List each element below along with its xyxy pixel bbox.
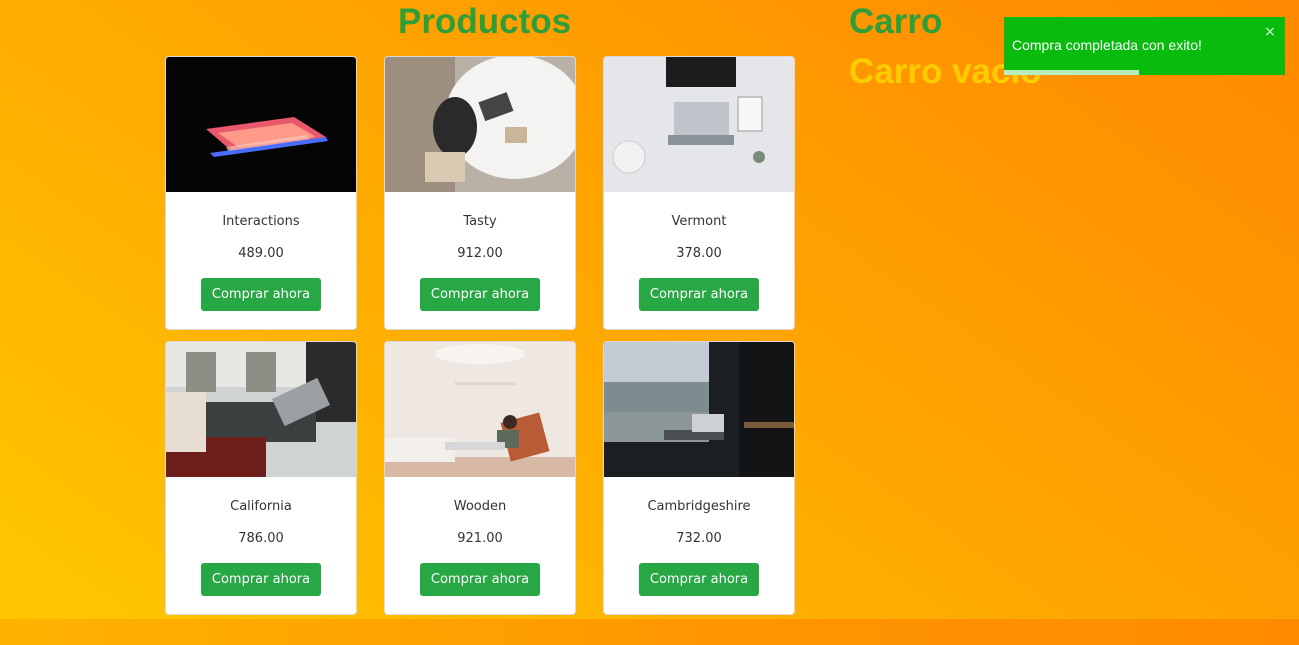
product-price: 732.00 bbox=[676, 531, 722, 546]
product-name: Wooden bbox=[453, 499, 507, 514]
product-name: Tasty bbox=[463, 214, 497, 229]
product-price: 489.00 bbox=[238, 246, 284, 261]
toast-progress-bar bbox=[1004, 70, 1139, 75]
buy-button[interactable]: Comprar ahora bbox=[639, 278, 759, 311]
product-price: 378.00 bbox=[676, 246, 722, 261]
buy-button[interactable]: Comprar ahora bbox=[201, 563, 321, 596]
cart-heading: Carro bbox=[849, 2, 943, 41]
success-toast: Compra completada con exito! × bbox=[1004, 17, 1285, 75]
bottom-bar bbox=[0, 619, 1299, 645]
product-card: Vermont 378.00 Comprar ahora bbox=[603, 56, 795, 330]
product-name: Interactions bbox=[222, 214, 300, 229]
product-image bbox=[604, 57, 794, 192]
product-name: Cambridgeshire bbox=[647, 499, 751, 514]
buy-button[interactable]: Comprar ahora bbox=[420, 278, 540, 311]
products-heading: Productos bbox=[398, 2, 572, 41]
toast-message: Compra completada con exito! bbox=[1012, 37, 1202, 53]
product-image bbox=[166, 57, 356, 192]
product-card: Wooden 921.00 Comprar ahora bbox=[384, 341, 576, 615]
product-price: 786.00 bbox=[238, 531, 284, 546]
buy-button[interactable]: Comprar ahora bbox=[639, 563, 759, 596]
product-price: 921.00 bbox=[457, 531, 503, 546]
product-card: Interactions 489.00 Comprar ahora bbox=[165, 56, 357, 330]
product-card: Tasty 912.00 Comprar ahora bbox=[384, 56, 576, 330]
product-image bbox=[604, 342, 794, 477]
product-price: 912.00 bbox=[457, 246, 503, 261]
product-image bbox=[385, 342, 575, 477]
buy-button[interactable]: Comprar ahora bbox=[201, 278, 321, 311]
product-card: California 786.00 Comprar ahora bbox=[165, 341, 357, 615]
product-image bbox=[166, 342, 356, 477]
buy-button[interactable]: Comprar ahora bbox=[420, 563, 540, 596]
product-card: Cambridgeshire 732.00 Comprar ahora bbox=[603, 341, 795, 615]
product-name: California bbox=[230, 499, 292, 514]
close-icon[interactable]: × bbox=[1263, 25, 1277, 39]
product-image bbox=[385, 57, 575, 192]
product-name: Vermont bbox=[671, 214, 727, 229]
